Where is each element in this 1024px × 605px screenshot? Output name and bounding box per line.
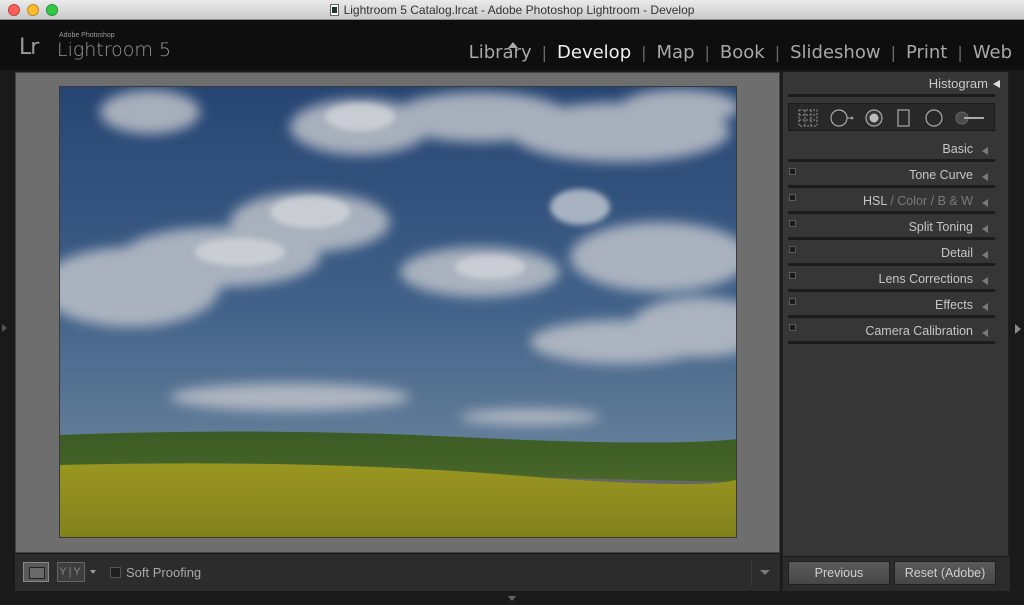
identity-plate-bar: Lr Adobe Photoshop Lightroom 5 Library |… (0, 20, 1024, 70)
landscape-photo-image (60, 87, 736, 537)
panel-switch[interactable] (789, 168, 796, 175)
histogram-expand-arrow[interactable] (993, 80, 1000, 88)
photo-preview[interactable] (59, 86, 737, 538)
panel-switch[interactable] (789, 272, 796, 279)
develop-toolbar: Y|Y Soft Proofing (15, 553, 780, 591)
catalog-document-icon (329, 4, 339, 16)
panel-split-toning[interactable]: Split Toning (783, 214, 1010, 240)
panel-label: Detail (941, 246, 973, 260)
collapse-right-panel-arrow[interactable] (1015, 324, 1021, 334)
soft-proofing-label: Soft Proofing (126, 565, 202, 580)
panel-label: Tone Curve (909, 168, 973, 182)
radial-filter-icon[interactable] (923, 108, 947, 128)
panel-effects[interactable]: Effects (783, 292, 1010, 318)
lightroom-logo-mark: Lr (19, 35, 39, 60)
panel-divider (788, 94, 995, 97)
grid-overlay-icon[interactable] (797, 108, 821, 128)
right-panel: Histogram Basic Tone Curve HSL / Color /… (782, 72, 1010, 591)
panel-expand-arrow-icon (982, 251, 988, 259)
window-title-wrap: Lightroom 5 Catalog.lrcat - Adobe Photos… (0, 3, 1024, 17)
before-after-dropdown-caret[interactable] (90, 570, 96, 574)
image-canvas[interactable] (15, 72, 780, 553)
module-print[interactable]: Print (904, 42, 949, 63)
module-develop[interactable]: Develop (555, 42, 633, 63)
histogram-panel-header[interactable]: Histogram (783, 72, 1010, 94)
panel-switch[interactable] (789, 298, 796, 305)
module-book[interactable]: Book (718, 42, 767, 63)
expand-left-panel-arrow[interactable] (2, 324, 7, 332)
panel-expand-arrow-icon (982, 303, 988, 311)
module-slideshow[interactable]: Slideshow (788, 42, 882, 63)
panel-expand-arrow-icon (982, 199, 988, 207)
panel-divider (788, 341, 995, 344)
panel-switch[interactable] (789, 324, 796, 331)
panel-label: Split Toning (908, 220, 973, 234)
panel-label: Camera Calibration (865, 324, 973, 338)
module-library[interactable]: Library (467, 42, 534, 63)
toolbar-divider (751, 560, 752, 586)
vendor-label: Adobe Photoshop (59, 32, 115, 39)
panel-label-group: HSL / Color / B & W (863, 194, 973, 208)
right-panel-footer: Previous Reset (Adobe) (783, 556, 1010, 591)
panel-label: Basic (942, 142, 973, 156)
reset-button[interactable]: Reset (Adobe) (894, 561, 996, 585)
bw-tab[interactable]: B & W (938, 194, 973, 208)
panel-expand-arrow-icon (982, 173, 988, 181)
adjustment-brush-icon[interactable] (953, 108, 984, 128)
spot-removal-icon[interactable] (863, 108, 887, 128)
module-separator: | (957, 43, 963, 62)
histogram-label: Histogram (928, 76, 988, 91)
panel-switch[interactable] (789, 246, 796, 253)
previous-button[interactable]: Previous (788, 561, 890, 585)
hsl-tab[interactable]: HSL (863, 194, 887, 208)
panel-hsl-color-bw[interactable]: HSL / Color / B & W (783, 188, 1010, 214)
loupe-view-button[interactable] (23, 562, 49, 582)
module-separator: | (890, 43, 896, 62)
panel-tone-curve[interactable]: Tone Curve (783, 162, 1010, 188)
panel-lens-corrections[interactable]: Lens Corrections (783, 266, 1010, 292)
tool-strip (788, 103, 995, 131)
window-title: Lightroom 5 Catalog.lrcat - Adobe Photos… (343, 3, 695, 17)
panel-expand-arrow-icon (982, 329, 988, 337)
panel-label: Effects (935, 298, 973, 312)
module-web[interactable]: Web (971, 42, 1014, 63)
label-separator: / (930, 194, 938, 208)
product-label: Lightroom 5 (57, 39, 172, 61)
panel-camera-calibration[interactable]: Camera Calibration (783, 318, 1010, 344)
module-separator: | (641, 43, 647, 62)
panel-switch[interactable] (789, 220, 796, 227)
expand-filmstrip-arrow[interactable] (508, 596, 516, 601)
module-separator: | (704, 43, 710, 62)
panel-label: Lens Corrections (878, 272, 974, 286)
soft-proofing-checkbox[interactable] (110, 567, 121, 578)
module-map[interactable]: Map (655, 42, 697, 63)
window-titlebar: Lightroom 5 Catalog.lrcat - Adobe Photos… (0, 0, 1024, 20)
module-separator: | (774, 43, 781, 62)
panel-expand-arrow-icon (982, 147, 988, 155)
module-picker: Library | Develop | Map | Book | Slidesh… (467, 42, 1014, 63)
panel-switch[interactable] (789, 194, 796, 201)
panel-expand-arrow-icon (982, 277, 988, 285)
panel-basic[interactable]: Basic (783, 136, 1010, 162)
panel-expand-arrow-icon (982, 225, 988, 233)
crop-icon[interactable] (829, 108, 854, 128)
toolbar-content-menu-caret[interactable] (760, 570, 770, 575)
panel-detail[interactable]: Detail (783, 240, 1010, 266)
color-tab[interactable]: Color (897, 194, 927, 208)
graduated-filter-icon[interactable] (893, 108, 917, 128)
before-after-view-button[interactable]: Y|Y (57, 562, 85, 582)
module-separator: | (541, 43, 548, 62)
